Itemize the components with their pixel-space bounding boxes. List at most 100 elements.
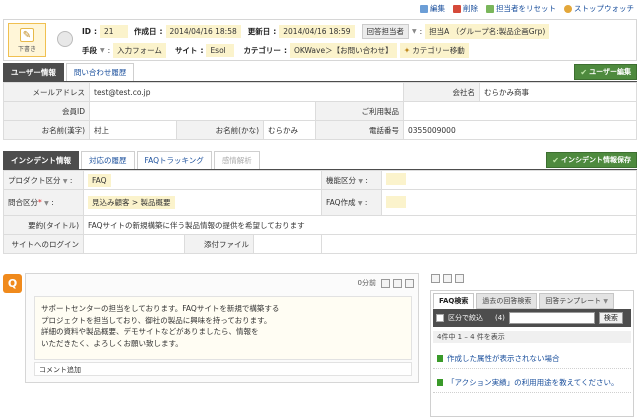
question-line: いただきたく、よろしくお願い致します。	[41, 338, 183, 348]
tab-response-history[interactable]: 対応の履歴	[81, 151, 135, 169]
tab-past-answer-search[interactable]: 過去の回答検索	[476, 293, 538, 309]
narrow-checkbox[interactable]	[436, 314, 444, 322]
assignee-label[interactable]: 回答担当者	[361, 24, 409, 39]
function-category-label: 機能区分	[326, 175, 356, 185]
faq-search-bar: 区分で絞込 (4) 検索	[433, 309, 631, 327]
question-line: サポートセンターの担当をしております。FAQサイトを新規で構築する	[41, 304, 280, 313]
user-tabs: ユーザー情報 問い合わせ履歴	[3, 63, 135, 81]
stopwatch-icon	[564, 4, 572, 13]
draft-status[interactable]: ✎ 下書き	[8, 23, 46, 57]
method-dropdown-icon[interactable]: ▼	[100, 47, 105, 54]
header-row-2: 手段 ▼: 入力フォーム サイト: Esol カテゴリー: OKWave＞【お問…	[82, 43, 469, 58]
site-label: サイト	[174, 46, 198, 55]
faq-create-dropdown-icon[interactable]: ▼	[358, 200, 363, 207]
stopwatch-link[interactable]: ストップウォッチ	[564, 3, 634, 14]
result-count: 4件中 1 – 4 件を表示	[433, 331, 631, 343]
chevron-down-icon: ▼	[603, 298, 609, 305]
tab-incident-info[interactable]: インシデント情報	[3, 151, 79, 169]
header-row-1: ID: 21 作成日: 2014/04/16 18:58 更新日: 2014/0…	[82, 24, 550, 39]
attachment-label: 添付ファイル	[184, 235, 254, 253]
maximize-icon[interactable]	[405, 278, 414, 288]
inquiry-category-value[interactable]: 見込み顧客 > 製品概要	[88, 196, 175, 209]
faq-panel-controls	[431, 274, 464, 283]
delete-link[interactable]: 削除	[453, 3, 478, 14]
reset-icon	[486, 4, 494, 13]
question-line: 詳細の資料や製品概要、デモサイトなどがありましたら、情報を	[41, 327, 259, 336]
product-category-value[interactable]: FAQ	[88, 173, 111, 187]
ticket-header: ✎ 下書き ID: 21 作成日: 2014/04/16 18:58 更新日: …	[3, 19, 637, 61]
incident-tabs: インシデント情報 対応の履歴 FAQトラッキング 感情解析	[3, 151, 260, 169]
user-section: ユーザー情報 問い合わせ履歴 ✔ ユーザー編集 メールアドレス test@test…	[3, 63, 637, 140]
product-label: ご利用製品	[315, 101, 404, 121]
id-value: 21	[100, 25, 129, 38]
add-comment-button[interactable]: コメント追加	[34, 362, 412, 376]
save-incident-button[interactable]: ✔ インシデント情報保存	[546, 152, 637, 168]
pencil-icon: ✎	[20, 28, 34, 42]
method-value[interactable]: 入力フォーム	[113, 43, 166, 58]
function-category-value[interactable]	[386, 173, 406, 185]
question-controls: 0分前	[358, 278, 414, 288]
faq-create-value[interactable]	[386, 195, 406, 208]
check-icon: ✔	[580, 67, 588, 77]
name-kana-label: お名前(かな)	[176, 121, 264, 139]
id-label: ID	[82, 27, 92, 36]
delete-icon	[453, 4, 461, 13]
required-mark: *	[38, 198, 42, 207]
narrow-count: (4)	[495, 314, 505, 322]
product-value	[403, 101, 637, 121]
email-value: test@test.co.jp	[89, 82, 404, 102]
site-login-label: サイトへのログイン	[3, 234, 84, 254]
minimize-icon[interactable]	[381, 278, 390, 288]
incident-section: インシデント情報 対応の履歴 FAQトラッキング 感情解析 ✔ インシデント情報保…	[3, 151, 637, 254]
edit-link[interactable]: 編集	[420, 3, 445, 14]
assignee-dropdown-icon[interactable]: ▼	[412, 28, 417, 35]
restore-icon[interactable]	[393, 278, 402, 288]
faq-search-input[interactable]	[508, 312, 595, 324]
tab-inquiry-history[interactable]: 問い合わせ履歴	[65, 63, 135, 81]
faq-result-item[interactable]: 「アクション実績」の利用用途を教えてください。	[433, 373, 631, 393]
emotion-face-icon	[57, 31, 73, 47]
updated-label: 更新日	[247, 27, 271, 36]
top-actions: 編集 削除 担当者をリセット ストップウォッチ	[420, 3, 634, 14]
reset-assignee-link[interactable]: 担当者をリセット	[486, 3, 556, 14]
flag-icon	[437, 379, 443, 386]
created-label: 作成日	[134, 27, 157, 36]
assignee-value[interactable]: 担当A （グループ名:製品企画Grp)	[425, 24, 550, 39]
tab-user-info[interactable]: ユーザー情報	[3, 63, 64, 81]
inquiry-category-label: 問合区分	[8, 198, 38, 207]
question-icon: Q	[3, 274, 22, 293]
name-kanji-label: お名前(漢字)	[3, 120, 90, 140]
restore-icon[interactable]	[443, 274, 452, 283]
phone-label: 電話番号	[315, 120, 404, 140]
category-label: カテゴリー	[243, 46, 281, 55]
faq-search-button[interactable]: 検索	[598, 312, 623, 324]
question-text: サポートセンターの担当をしております。FAQサイトを新規で構築する プロジェクト…	[34, 296, 412, 360]
tag-icon: ✦	[403, 46, 411, 55]
summary-label: 要約(タイトル)	[3, 215, 84, 235]
phone-value: 0355009000	[403, 120, 637, 140]
edit-user-button[interactable]: ✔ ユーザー編集	[574, 64, 637, 80]
inquiry-category-dropdown-icon[interactable]: ▼	[44, 200, 49, 207]
product-category-label: プロダクト区分	[8, 175, 61, 185]
time-ago: 0分前	[357, 279, 376, 287]
faq-result-item[interactable]: 作成した属性が表示されない場合	[433, 349, 631, 369]
site-value[interactable]: Esol	[206, 44, 235, 57]
tab-sentiment-analysis[interactable]: 感情解析	[213, 151, 260, 169]
method-label: 手段	[82, 46, 97, 55]
tab-faq-search[interactable]: FAQ検索	[433, 293, 475, 309]
function-category-dropdown-icon[interactable]: ▼	[358, 178, 363, 185]
tab-answer-template[interactable]: 回答テンプレート ▼	[539, 293, 615, 309]
product-category-dropdown-icon[interactable]: ▼	[63, 178, 68, 185]
maximize-icon[interactable]	[455, 274, 464, 283]
summary-value[interactable]: FAQサイトの新規構築に伴う製品情報の提供を希望しております	[83, 215, 637, 235]
created-value: 2014/04/16 18:58	[165, 25, 241, 38]
name-kana-value: むらかみ	[268, 125, 298, 135]
category-move-button[interactable]: ✦ カテゴリー移動	[399, 43, 469, 58]
question-box: 0分前 サポートセンターの担当をしております。FAQサイトを新規で構築する プロ…	[25, 273, 419, 383]
updated-value: 2014/04/16 18:59	[279, 25, 355, 38]
category-value: OKWave＞【お問い合わせ】	[289, 43, 397, 58]
minimize-icon[interactable]	[431, 274, 440, 283]
company-value: むらかみ商事	[484, 87, 529, 97]
tab-faq-tracking[interactable]: FAQトラッキング	[136, 151, 212, 169]
name-kanji-value: 村上	[94, 125, 109, 135]
